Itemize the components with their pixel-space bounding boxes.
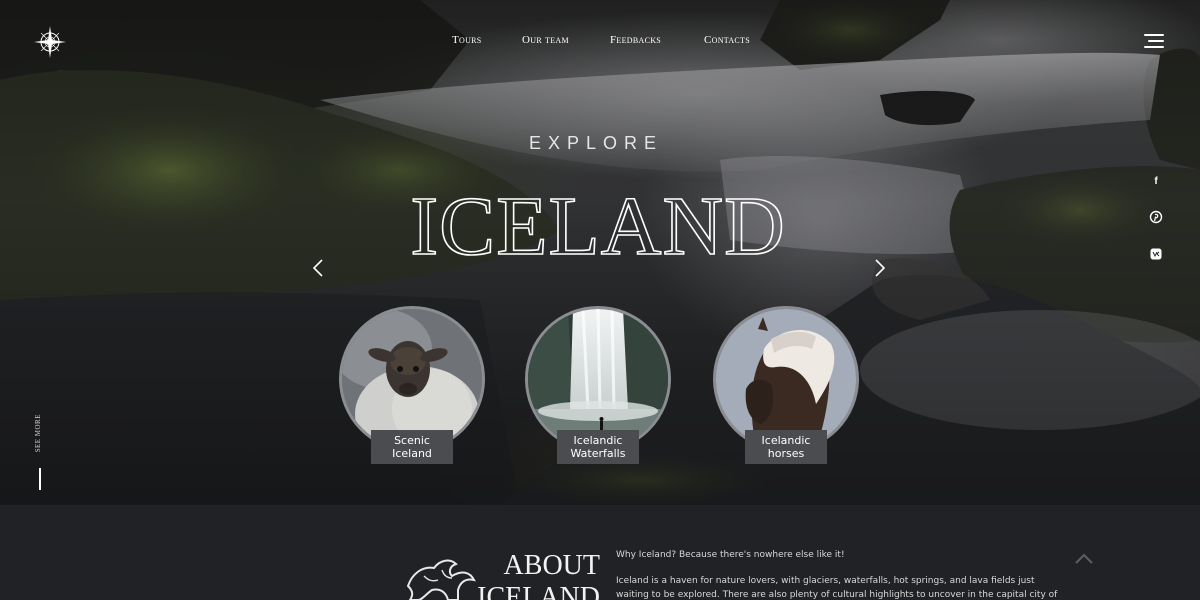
card-title-line: Icelandic [761,434,811,447]
svg-text:ICELAND: ICELAND [410,180,786,272]
vk-icon[interactable] [1148,246,1164,262]
card-title-line: Scenic [394,434,430,447]
card-label: Scenic Iceland [371,430,453,464]
next-slide-arrow-icon[interactable] [873,258,887,278]
card-title-line: Icelandic [573,434,623,447]
see-more-label[interactable]: SEE MORE [34,414,42,452]
hero-title: ICELAND [409,179,786,272]
pinterest-icon[interactable] [1148,209,1164,225]
card-title-line: Iceland [392,447,432,460]
card-icelandic-waterfalls[interactable]: Icelandic Waterfalls [525,306,673,466]
card-title-line: Waterfalls [570,447,626,460]
facebook-icon[interactable]: f [1148,173,1164,189]
nav-feedbacks[interactable]: Feedbacks [610,34,661,46]
compass-logo-icon[interactable] [33,25,67,59]
about-title-line: ICELAND [477,582,600,600]
about-question: Why Iceland? Because there's nowhere els… [616,550,845,560]
griffin-logo-icon [406,559,476,600]
nav-our-team[interactable]: Our team [522,34,569,46]
about-title: ABOUT ICELAND [476,550,600,600]
nav-contacts[interactable]: Contacts [704,34,750,46]
about-title-line: ABOUT [503,550,600,581]
card-scenic-iceland[interactable]: Scenic Iceland [339,306,487,466]
nav-tours[interactable]: Tours [452,34,482,46]
card-icelandic-horses[interactable]: Icelandic horses [713,306,861,466]
hero-kicker: EXPLORE [528,133,664,153]
hamburger-menu-icon[interactable] [1144,34,1164,50]
card-label: Icelandic Waterfalls [557,430,639,464]
card-label: Icelandic horses [745,430,827,464]
about-paragraph: Iceland is a haven for nature lovers, wi… [616,576,1058,600]
prev-slide-arrow-icon[interactable] [311,258,325,278]
scroll-up-chevron-icon[interactable] [1074,552,1094,566]
card-title-line: horses [767,447,805,460]
see-more-indicator [39,468,41,490]
